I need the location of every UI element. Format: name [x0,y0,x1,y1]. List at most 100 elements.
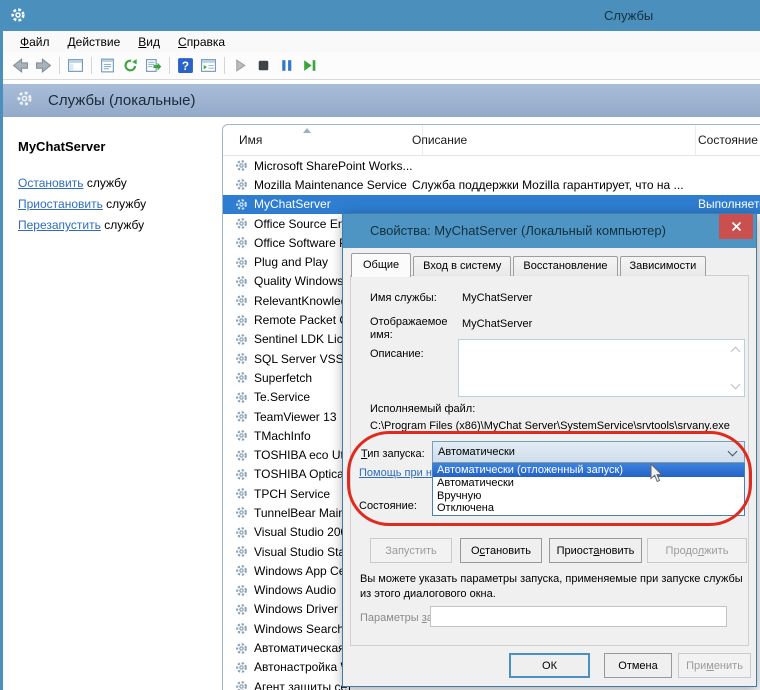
column-header-name[interactable]: Имя [223,125,423,155]
menu-item-действие[interactable]: Действие [59,33,130,51]
startup-help-link[interactable]: Помощь при нас [359,467,444,479]
service-name: Sentinel LDK Licen [254,332,356,346]
executable-path: C:\Program Files (x86)\MyChat Server\Sys… [370,420,730,432]
service-row[interactable]: Mozilla Maintenance Service Служба поддер… [223,175,760,194]
link-rest-text: службу [101,218,144,232]
pause-service-icon[interactable] [275,56,298,76]
properties-icon[interactable] [96,56,119,76]
ok-button[interactable]: ОК [509,653,590,678]
show-console-tree-icon[interactable] [64,56,87,76]
service-gear-icon [235,198,250,211]
service-start-button[interactable]: Запустить [370,538,452,563]
help-icon[interactable]: ? [174,56,197,76]
dropdown-option[interactable]: Отключена [433,502,744,515]
dropdown-option[interactable]: Вручную [433,490,744,503]
service-name: Visual Studio Stan [254,545,352,559]
startup-type-combobox[interactable]: Автоматически [432,441,745,463]
перезапустить-link[interactable]: Перезапустить [18,218,101,232]
restart-service-icon[interactable] [298,56,321,76]
close-icon[interactable] [719,214,753,239]
service-row[interactable]: Microsoft SharePoint Works... [223,156,760,175]
service-stop-button[interactable]: Остановить [460,538,542,563]
cancel-button[interactable]: Отмена [604,653,672,678]
params-help-text: Вы можете указать параметры запуска, при… [360,572,744,602]
banner-gear-icon [16,90,33,112]
service-gear-icon [235,468,250,481]
startup-type-dropdown: Автоматически (отложенный запуск)Автомат… [432,463,745,516]
toolbar-separator [59,57,60,74]
toolbar-separator [224,57,225,74]
service-name: Mozilla Maintenance Service [254,178,407,192]
service-action-links: Остановить службуПриостановить службуПер… [18,173,146,236]
tab-восстановление[interactable]: Восстановление [513,256,617,276]
service-name: Microsoft SharePoint Works... [254,159,413,173]
service-pause-button[interactable]: Приостановить [549,538,642,563]
tab-общие[interactable]: Общие [351,253,411,277]
service-gear-icon [235,294,250,307]
back-arrow-icon[interactable] [9,56,32,76]
startup-type-label: Тип запуска: [361,448,425,460]
service-gear-icon [235,178,250,191]
остановить-link[interactable]: Остановить [18,176,84,190]
service-gear-icon [235,545,250,558]
service-action-link-row: Остановить службу [18,173,146,194]
apply-button[interactable]: Применить [678,653,751,678]
window-title: Службы [604,0,653,31]
description-field[interactable] [458,339,745,397]
service-gear-icon [235,661,250,674]
scroll-down-icon[interactable] [731,380,741,390]
menu-item-вид[interactable]: Вид [129,33,169,51]
chevron-down-icon [728,447,738,457]
window-border [0,31,3,690]
forward-arrow-icon[interactable] [32,56,55,76]
toolbar-separator [91,57,92,74]
service-gear-icon [235,314,250,327]
menu-item-файл[interactable]: Файл [11,33,59,51]
display-name-label: Отображаемое имя: [370,316,456,342]
tab-вход-в-систему[interactable]: Вход в систему [413,256,511,276]
link-rest-text: службу [103,197,146,211]
column-header-state[interactable]: Состояние [689,125,760,155]
menu-item-справка[interactable]: Справка [169,33,234,51]
extended-view-icon[interactable] [197,56,220,76]
toolbar: ? [3,52,760,80]
export-list-icon[interactable] [142,56,165,76]
service-gear-icon [235,680,250,690]
window-titlebar: Службы [0,0,760,31]
services-gear-icon [10,7,26,28]
service-description: Служба поддержки Mozilla гарантирует, чт… [412,178,684,192]
service-name: Visual Studio 2008 [254,525,354,539]
stop-service-icon[interactable] [252,56,275,76]
banner-title: Службы (локальные) [48,92,195,109]
service-gear-icon [235,275,250,288]
service-name: TOSHIBA eco Utili [254,448,352,462]
service-name-value: MyChatServer [462,292,532,304]
service-name: MyChatServer [254,197,331,211]
service-gear-icon [235,352,250,365]
tab-зависимости[interactable]: Зависимости [620,256,707,276]
service-name: Автоматическая н [254,641,355,655]
scroll-up-icon[interactable] [731,347,741,357]
start-parameters-input[interactable] [430,606,727,627]
dropdown-option[interactable]: Автоматически (отложенный запуск) [433,464,744,477]
dialog-titlebar: Свойства: MyChatServer (Локальный компью… [343,214,756,248]
service-name: TunnelBear Maint [254,506,348,520]
start-service-icon[interactable] [229,56,252,76]
service-gear-icon [235,449,250,462]
refresh-icon[interactable] [119,56,142,76]
column-header-description[interactable]: Описание [406,125,696,155]
service-name: Windows Audio [254,583,336,597]
service-state: Выполняется [698,197,760,211]
menu-bar: ФайлДействиеВидСправка [3,31,760,52]
service-name: Quality Windows A [254,274,354,288]
service-resume-button[interactable]: Продолжить [647,538,747,563]
service-name: Remote Packet Ca [254,313,355,327]
toolbar-separator [169,57,170,74]
startup-type-value: Автоматически [438,446,515,458]
dropdown-option[interactable]: Автоматически [433,477,744,490]
service-gear-icon [235,487,250,500]
приостановить-link[interactable]: Приостановить [18,197,103,211]
service-name: RelevantKnowledg [254,294,354,308]
service-action-link-row: Приостановить службу [18,194,146,215]
service-row[interactable]: MyChatServer Выполняется [223,195,760,214]
